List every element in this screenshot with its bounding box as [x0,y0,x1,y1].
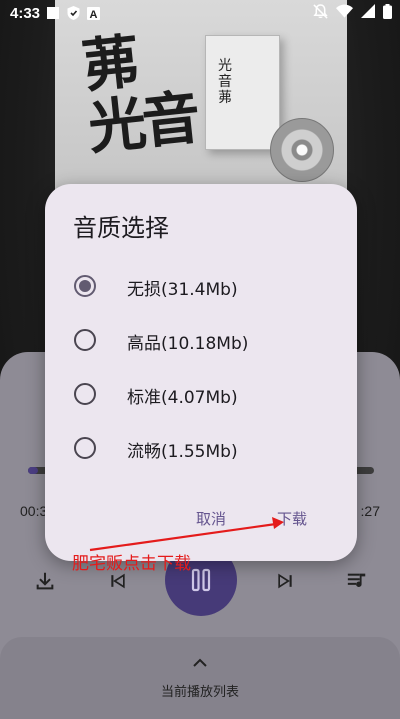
download-icon[interactable] [32,568,58,594]
seek-bar-fill [28,467,39,474]
album-disc [270,118,334,182]
radio-unchecked-icon[interactable] [74,437,96,459]
quality-option-label: 无损(31.4Mb) [127,280,238,300]
quality-select-dialog: 音质选择 无损(31.4Mb) 高品(10.18Mb) 标准(4.07Mb) 流… [45,184,357,561]
radio-unchecked-icon[interactable] [74,383,96,405]
dialog-title: 音质选择 [73,214,169,242]
quality-option-label: 高品(10.18Mb) [127,334,249,354]
status-bar: 4:33 A [0,0,400,26]
notification-block-icon [46,6,60,20]
status-left: 4:33 A [10,5,100,22]
cancel-button[interactable]: 取消 [196,508,226,529]
signal-icon [361,4,375,22]
playlist-panel[interactable] [0,637,400,719]
annotation-text: 肥宅贩点击下载 [72,554,191,574]
current-time: 00:3 [20,503,48,519]
album-art-title: 茀光音 [78,27,200,163]
quality-option-lossless[interactable]: 无损(31.4Mb) [45,262,357,310]
album-box: 光音茀 [205,35,280,150]
shield-icon [66,6,80,20]
status-right [313,3,392,23]
svg-text:A: A [89,9,97,20]
status-time: 4:33 [10,4,41,22]
quality-option-standard[interactable]: 标准(4.07Mb) [45,370,357,418]
quality-option-label: 标准(4.07Mb) [127,388,238,408]
battery-icon [383,3,392,23]
download-button[interactable]: 下载 [277,508,307,529]
quality-option-label: 流畅(1.55Mb) [127,442,238,462]
quality-option-smooth[interactable]: 流畅(1.55Mb) [45,424,357,472]
radio-checked-icon[interactable] [74,275,96,297]
current-playlist-label[interactable]: 当前播放列表 [0,681,400,700]
quality-option-high[interactable]: 高品(10.18Mb) [45,316,357,364]
mute-notifications-icon [313,3,328,23]
radio-unchecked-icon[interactable] [74,329,96,351]
skip-next-icon[interactable] [272,568,298,594]
total-time: :27 [360,503,380,519]
chevron-up-icon[interactable] [190,655,210,669]
wifi-icon [336,4,353,22]
a-letter-icon: A [86,6,100,20]
pause-icon [191,568,211,592]
playlist-icon[interactable] [344,568,370,594]
